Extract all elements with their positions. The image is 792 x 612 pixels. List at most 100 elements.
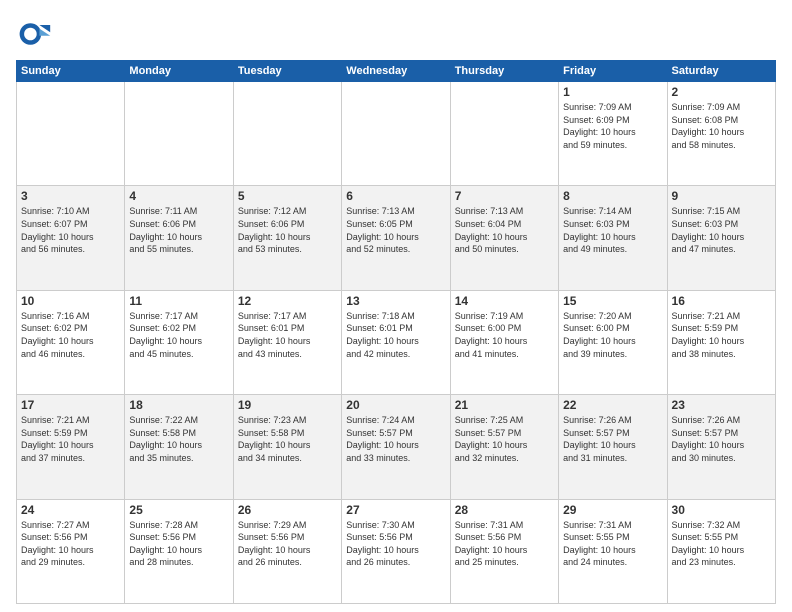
weekday-header-wednesday: Wednesday	[342, 61, 450, 82]
day-number: 26	[238, 503, 337, 517]
day-number: 23	[672, 398, 771, 412]
calendar-day-cell: 12Sunrise: 7:17 AM Sunset: 6:01 PM Dayli…	[233, 290, 341, 394]
day-number: 5	[238, 189, 337, 203]
logo	[16, 16, 56, 52]
day-number: 7	[455, 189, 554, 203]
calendar-day-cell: 13 Sunrise: 7:18 AM Sunset: 6:01 PM Dayli…	[342, 290, 450, 394]
day-number: 25	[129, 503, 228, 517]
day-info: Sunrise: 7:23 AM Sunset: 5:58 PM Dayligh…	[238, 414, 337, 464]
day-info: Sunrise: 7:10 AM Sunset: 6:07 PM Dayligh…	[21, 205, 120, 255]
day-info: Sunrise: 7:17 AM Sunset: 6:01 PM Dayligh…	[238, 310, 337, 360]
calendar-day-cell: 7 Sunrise: 7:13 AM Sunset: 6:04 PM Daylig…	[450, 186, 558, 290]
weekday-header-sunday: Sunday	[17, 61, 125, 82]
day-number: 21	[455, 398, 554, 412]
day-number: 1	[563, 85, 662, 99]
calendar-day-cell	[450, 82, 558, 186]
day-number: 29	[563, 503, 662, 517]
day-number: 18	[129, 398, 228, 412]
day-number: 17	[21, 398, 120, 412]
day-info: Sunrise: 7:09 AM Sunset: 6:09 PM Dayligh…	[563, 101, 662, 151]
calendar-day-cell: 2 Sunrise: 7:09 AM Sunset: 6:08 PM Daylig…	[667, 82, 775, 186]
calendar-week-row: 1 Sunrise: 7:09 AM Sunset: 6:09 PM Daylig…	[17, 82, 776, 186]
calendar-week-row: 17 Sunrise: 7:21 AM Sunset: 5:59 PM Dayli…	[17, 395, 776, 499]
calendar-day-cell: 30 Sunrise: 7:32 AM Sunset: 5:55 PM Dayli…	[667, 499, 775, 603]
page: SundayMondayTuesdayWednesdayThursdayFrid…	[0, 0, 792, 612]
calendar-day-cell: 6 Sunrise: 7:13 AM Sunset: 6:05 PM Daylig…	[342, 186, 450, 290]
day-info: Sunrise: 7:27 AM Sunset: 5:56 PM Dayligh…	[21, 519, 120, 569]
day-info: Sunrise: 7:18 AM Sunset: 6:01 PM Dayligh…	[346, 310, 445, 360]
calendar-day-cell: 5Sunrise: 7:12 AM Sunset: 6:06 PM Daylig…	[233, 186, 341, 290]
day-number: 13	[346, 294, 445, 308]
day-info: Sunrise: 7:31 AM Sunset: 5:56 PM Dayligh…	[455, 519, 554, 569]
day-number: 6	[346, 189, 445, 203]
header	[16, 12, 776, 52]
day-number: 24	[21, 503, 120, 517]
day-info: Sunrise: 7:31 AM Sunset: 5:55 PM Dayligh…	[563, 519, 662, 569]
day-info: Sunrise: 7:24 AM Sunset: 5:57 PM Dayligh…	[346, 414, 445, 464]
weekday-header-saturday: Saturday	[667, 61, 775, 82]
weekday-header-monday: Monday	[125, 61, 233, 82]
calendar-day-cell: 16Sunrise: 7:21 AM Sunset: 5:59 PM Dayli…	[667, 290, 775, 394]
day-info: Sunrise: 7:22 AM Sunset: 5:58 PM Dayligh…	[129, 414, 228, 464]
calendar-day-cell: 3 Sunrise: 7:10 AM Sunset: 6:07 PM Daylig…	[17, 186, 125, 290]
day-info: Sunrise: 7:26 AM Sunset: 5:57 PM Dayligh…	[563, 414, 662, 464]
day-info: Sunrise: 7:13 AM Sunset: 6:05 PM Dayligh…	[346, 205, 445, 255]
calendar-day-cell: 27 Sunrise: 7:30 AM Sunset: 5:56 PM Dayli…	[342, 499, 450, 603]
weekday-header-row: SundayMondayTuesdayWednesdayThursdayFrid…	[17, 61, 776, 82]
day-number: 15	[563, 294, 662, 308]
day-number: 11	[129, 294, 228, 308]
day-info: Sunrise: 7:32 AM Sunset: 5:55 PM Dayligh…	[672, 519, 771, 569]
day-number: 9	[672, 189, 771, 203]
day-number: 19	[238, 398, 337, 412]
weekday-header-friday: Friday	[559, 61, 667, 82]
day-number: 30	[672, 503, 771, 517]
day-info: Sunrise: 7:13 AM Sunset: 6:04 PM Dayligh…	[455, 205, 554, 255]
calendar-day-cell	[342, 82, 450, 186]
calendar-day-cell: 10 Sunrise: 7:16 AM Sunset: 6:02 PM Dayli…	[17, 290, 125, 394]
calendar-week-row: 24 Sunrise: 7:27 AM Sunset: 5:56 PM Dayli…	[17, 499, 776, 603]
day-info: Sunrise: 7:09 AM Sunset: 6:08 PM Dayligh…	[672, 101, 771, 151]
calendar-day-cell: 15 Sunrise: 7:20 AM Sunset: 6:00 PM Dayli…	[559, 290, 667, 394]
calendar-day-cell: 17 Sunrise: 7:21 AM Sunset: 5:59 PM Dayli…	[17, 395, 125, 499]
day-info: Sunrise: 7:25 AM Sunset: 5:57 PM Dayligh…	[455, 414, 554, 464]
day-info: Sunrise: 7:15 AM Sunset: 6:03 PM Dayligh…	[672, 205, 771, 255]
day-info: Sunrise: 7:30 AM Sunset: 5:56 PM Dayligh…	[346, 519, 445, 569]
day-info: Sunrise: 7:14 AM Sunset: 6:03 PM Dayligh…	[563, 205, 662, 255]
day-info: Sunrise: 7:17 AM Sunset: 6:02 PM Dayligh…	[129, 310, 228, 360]
day-info: Sunrise: 7:29 AM Sunset: 5:56 PM Dayligh…	[238, 519, 337, 569]
day-number: 2	[672, 85, 771, 99]
logo-icon	[16, 16, 52, 52]
day-number: 10	[21, 294, 120, 308]
day-number: 3	[21, 189, 120, 203]
day-number: 22	[563, 398, 662, 412]
calendar-day-cell	[125, 82, 233, 186]
day-info: Sunrise: 7:28 AM Sunset: 5:56 PM Dayligh…	[129, 519, 228, 569]
day-number: 14	[455, 294, 554, 308]
day-info: Sunrise: 7:19 AM Sunset: 6:00 PM Dayligh…	[455, 310, 554, 360]
calendar-day-cell: 11 Sunrise: 7:17 AM Sunset: 6:02 PM Dayli…	[125, 290, 233, 394]
weekday-header-thursday: Thursday	[450, 61, 558, 82]
calendar-day-cell: 29 Sunrise: 7:31 AM Sunset: 5:55 PM Dayli…	[559, 499, 667, 603]
day-number: 16	[672, 294, 771, 308]
calendar-week-row: 10 Sunrise: 7:16 AM Sunset: 6:02 PM Dayli…	[17, 290, 776, 394]
calendar-day-cell: 22 Sunrise: 7:26 AM Sunset: 5:57 PM Dayli…	[559, 395, 667, 499]
calendar-day-cell: 20 Sunrise: 7:24 AM Sunset: 5:57 PM Dayli…	[342, 395, 450, 499]
calendar-day-cell: 8Sunrise: 7:14 AM Sunset: 6:03 PM Daylig…	[559, 186, 667, 290]
calendar-day-cell: 21 Sunrise: 7:25 AM Sunset: 5:57 PM Dayli…	[450, 395, 558, 499]
day-number: 27	[346, 503, 445, 517]
calendar-day-cell: 18 Sunrise: 7:22 AM Sunset: 5:58 PM Dayli…	[125, 395, 233, 499]
day-info: Sunrise: 7:16 AM Sunset: 6:02 PM Dayligh…	[21, 310, 120, 360]
day-info: Sunrise: 7:11 AM Sunset: 6:06 PM Dayligh…	[129, 205, 228, 255]
calendar-day-cell	[233, 82, 341, 186]
calendar-day-cell: 1 Sunrise: 7:09 AM Sunset: 6:09 PM Daylig…	[559, 82, 667, 186]
calendar-day-cell	[17, 82, 125, 186]
calendar-week-row: 3 Sunrise: 7:10 AM Sunset: 6:07 PM Daylig…	[17, 186, 776, 290]
day-number: 28	[455, 503, 554, 517]
calendar-day-cell: 19 Sunrise: 7:23 AM Sunset: 5:58 PM Dayli…	[233, 395, 341, 499]
day-info: Sunrise: 7:21 AM Sunset: 5:59 PM Dayligh…	[21, 414, 120, 464]
day-number: 20	[346, 398, 445, 412]
day-info: Sunrise: 7:20 AM Sunset: 6:00 PM Dayligh…	[563, 310, 662, 360]
day-info: Sunrise: 7:26 AM Sunset: 5:57 PM Dayligh…	[672, 414, 771, 464]
calendar-day-cell: 28 Sunrise: 7:31 AM Sunset: 5:56 PM Dayli…	[450, 499, 558, 603]
day-number: 4	[129, 189, 228, 203]
